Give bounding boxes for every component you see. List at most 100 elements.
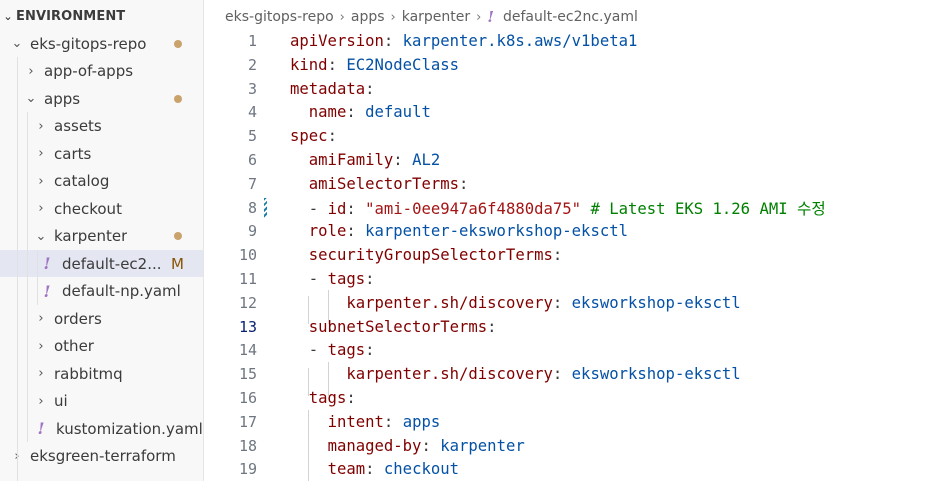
explorer-section-header[interactable]: ⌄ ENVIRONMENT (0, 5, 203, 27)
editor-pane: eks-gitops-repo › apps › karpenter › ! d… (205, 0, 932, 481)
code-line[interactable]: 4 name: default (205, 100, 932, 124)
code-token: : (327, 127, 337, 146)
code-line[interactable]: 14 - tags: (205, 338, 932, 362)
code-text: amiFamily: AL2 (290, 151, 440, 169)
tree-item-label: app-of-apps (44, 62, 134, 80)
line-number: 14 (238, 341, 257, 360)
tree-indent-guide (37, 250, 38, 305)
code-token: apiVersion (290, 32, 384, 50)
code-token: eksworkshop-eksctl (571, 293, 741, 312)
chevron-right-icon: › (476, 9, 482, 25)
code-token: : (393, 151, 413, 169)
code-text: name: default (290, 103, 431, 121)
chevron-right-icon: › (28, 63, 34, 79)
code-line[interactable]: 16 tags: (205, 386, 932, 410)
code-token: : (365, 341, 375, 360)
tree-folder[interactable]: › orders (0, 305, 203, 332)
line-number: 8 (247, 198, 257, 217)
code-text: managed-by: karpenter (290, 437, 525, 455)
line-number: 4 (247, 103, 257, 122)
code-line[interactable]: 18 managed-by: karpenter (205, 434, 932, 458)
code-line[interactable]: 8 - id: "ami-0ee947a6f4880da75" # Latest… (205, 196, 932, 220)
tree-folder[interactable]: › assets (0, 113, 203, 140)
code-token: kind (290, 55, 328, 74)
code-text: subnetSelectorTerms: (290, 318, 497, 336)
yaml-file-icon: ! (43, 281, 51, 301)
code-token: : (365, 460, 384, 479)
breadcrumb-item-file[interactable]: default-ec2nc.yaml (503, 9, 638, 25)
code-token: role (308, 222, 347, 241)
code-token: eksworkshop-eksctl (571, 365, 741, 384)
chevron-right-icon: › (38, 173, 44, 189)
tree-item-label: apps (44, 89, 81, 108)
tree-item-label: ui (54, 392, 68, 410)
code-token: : (552, 293, 572, 312)
line-number: 3 (247, 79, 257, 98)
code-line[interactable]: 13 subnetSelectorTerms: (205, 315, 932, 339)
code-indent-guide (328, 290, 329, 324)
code-line[interactable]: 19 team: checkout (205, 457, 932, 481)
tree-folder[interactable]: › checkout (0, 195, 203, 222)
code-token: - (290, 341, 328, 360)
line-number: 13 (238, 317, 257, 336)
code-token: - (290, 270, 328, 288)
code-line[interactable]: 9 role: karpenter-eksworkshop-eksctl (205, 219, 932, 243)
code-token: : (421, 436, 441, 455)
tree-folder[interactable]: › app-of-apps (0, 58, 203, 85)
breadcrumb-item-apps[interactable]: apps (351, 9, 385, 25)
code-token: : (383, 412, 403, 431)
code-line[interactable]: 10 securityGroupSelectorTerms: (205, 243, 932, 267)
chevron-down-icon: ⌄ (3, 9, 13, 23)
code-token: : (346, 389, 356, 407)
code-line[interactable]: 5 spec: (205, 124, 932, 148)
tree-folder[interactable]: › ui (0, 388, 203, 415)
tree-folder[interactable]: ›eksgreen-terraform (0, 443, 203, 470)
tree-file[interactable]: ! default-ec2... M (0, 250, 203, 277)
code-line[interactable]: 2 kind: EC2NodeClass (205, 53, 932, 77)
tree-folder[interactable]: › other (0, 333, 203, 360)
code-text: tags: (290, 389, 356, 407)
tree-folder[interactable]: ⌄ eks-gitops-repo (0, 30, 203, 57)
code-token: tags (327, 341, 366, 360)
tree-item-label: default-np.yaml (62, 282, 181, 300)
modified-badge: M (171, 254, 184, 273)
code-line[interactable]: 1 apiVersion: karpenter.k8s.aws/v1beta1 (205, 29, 932, 53)
modified-dot-icon (174, 94, 182, 103)
code-token: : (346, 222, 366, 241)
tree-file[interactable]: ! kustomization.yaml (0, 415, 203, 442)
breadcrumb: eks-gitops-repo › apps › karpenter › ! d… (225, 6, 638, 28)
code-token: # Latest EKS 1.26 AMI 수정 (590, 199, 826, 218)
code-line[interactable]: 3 metadata: (205, 77, 932, 101)
code-text: karpenter.sh/discovery: eksworkshop-eksc… (290, 365, 741, 384)
code-token: team (327, 460, 366, 479)
line-number: 6 (247, 151, 257, 169)
code-token: : (327, 55, 347, 74)
code-text: karpenter.sh/discovery: eksworkshop-eksc… (290, 293, 741, 312)
code-line[interactable]: 11 - tags: (205, 267, 932, 291)
code-line[interactable]: 17 intent: apps (205, 410, 932, 434)
code-token: : (552, 246, 563, 265)
tree-folder[interactable]: › carts (0, 140, 203, 167)
line-number: 11 (238, 270, 257, 288)
tree-folder[interactable]: › rabbitmq (0, 360, 203, 387)
tree-folder[interactable]: ⌄ karpenter (0, 223, 203, 250)
tree-item-label: catalog (54, 172, 110, 190)
code-indent-guide (308, 368, 309, 396)
modified-line-gutter-marker[interactable] (264, 197, 267, 218)
chevron-right-icon: › (38, 118, 44, 134)
breadcrumb-item-repo[interactable]: eks-gitops-repo (225, 9, 334, 25)
code-line[interactable]: 7 amiSelectorTerms: (205, 172, 932, 196)
code-token: amiFamily (308, 151, 394, 169)
code-line[interactable]: 15 karpenter.sh/discovery: eksworkshop-e… (205, 362, 932, 386)
line-number: 12 (238, 293, 257, 312)
tree-item-label: other (54, 337, 94, 355)
code-line[interactable]: 6 amiFamily: AL2 (205, 148, 932, 172)
code-token: karpenter (440, 436, 525, 455)
tree-folder[interactable]: › catalog (0, 168, 203, 195)
breadcrumb-item-karpenter[interactable]: karpenter (402, 9, 470, 25)
code-indent-guide (328, 362, 329, 396)
code-line[interactable]: 12 karpenter.sh/discovery: eksworkshop-e… (205, 291, 932, 315)
tree-folder[interactable]: ⌄ apps (0, 85, 203, 112)
tree-file[interactable]: ! default-np.yaml (0, 278, 203, 305)
